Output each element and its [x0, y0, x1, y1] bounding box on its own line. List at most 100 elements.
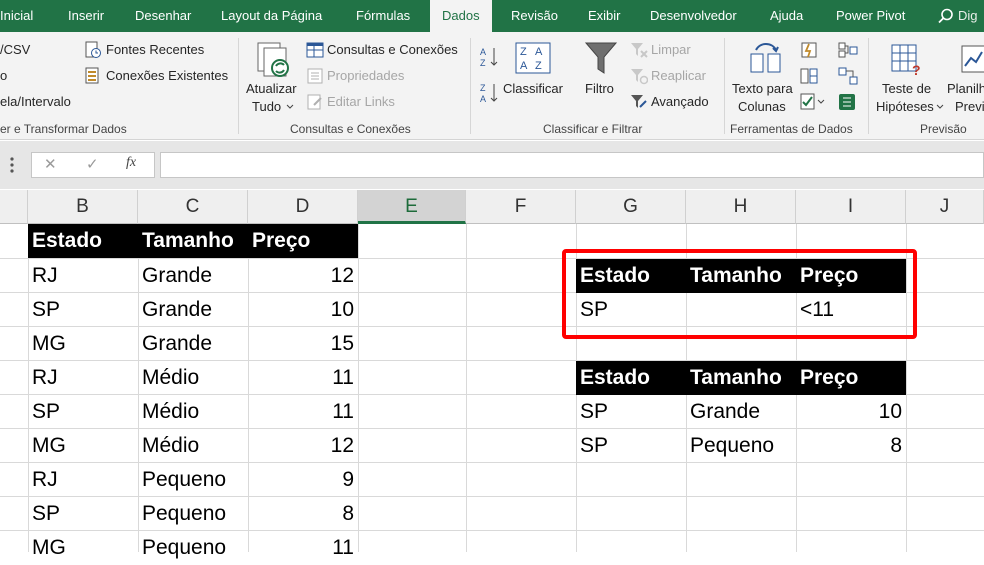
column-header-e[interactable]: E — [358, 190, 466, 224]
from-web-button[interactable]: o — [0, 68, 7, 83]
tab-desenhar[interactable]: Desenhar — [135, 0, 191, 32]
relationships-icon[interactable] — [838, 67, 858, 85]
table-cell[interactable]: 10 — [248, 293, 358, 327]
more-options-icon[interactable] — [0, 150, 20, 180]
cancel-icon[interactable]: ✕ — [44, 155, 57, 173]
sort-a-to-z-icon[interactable]: A Z — [479, 46, 499, 68]
table-cell[interactable]: 15 — [248, 327, 358, 361]
tab-desenvolvedor[interactable]: Desenvolvedor — [650, 0, 737, 32]
table-cell[interactable]: Médio — [138, 429, 248, 463]
table-header-tamanho[interactable]: Tamanho — [138, 224, 248, 258]
table-cell[interactable]: SP — [28, 395, 138, 429]
result-cell[interactable]: 8 — [796, 429, 906, 463]
result-header-tamanho[interactable]: Tamanho — [686, 361, 796, 395]
table-cell[interactable]: SP — [28, 293, 138, 327]
table-cell[interactable]: Grande — [138, 259, 248, 293]
flash-fill-icon[interactable] — [800, 41, 818, 59]
result-header-preco[interactable]: Preço — [796, 361, 906, 395]
table-cell[interactable]: 11 — [248, 395, 358, 429]
table-cell[interactable]: 8 — [248, 497, 358, 531]
column-header-h[interactable]: H — [686, 190, 796, 224]
table-cell[interactable]: Grande — [138, 327, 248, 361]
enter-icon[interactable]: ✓ — [86, 155, 99, 173]
table-cell[interactable]: 9 — [248, 463, 358, 497]
result-cell[interactable]: 10 — [796, 395, 906, 429]
sort-button[interactable]: Classificar — [503, 81, 563, 96]
search-icon[interactable] — [938, 8, 954, 24]
result-cell[interactable]: SP — [576, 429, 686, 463]
forecast-sheet-label-2[interactable]: Previ — [955, 99, 984, 114]
tell-me-search[interactable]: Dig — [958, 0, 978, 32]
consolidate-icon[interactable] — [838, 41, 858, 59]
column-header-f[interactable]: F — [466, 190, 576, 224]
text-to-columns-label-1[interactable]: Texto para — [732, 81, 793, 96]
table-header-preco[interactable]: Preço — [248, 224, 358, 258]
table-cell[interactable]: Pequeno — [138, 531, 248, 565]
table-cell[interactable]: MG — [28, 531, 138, 565]
table-cell[interactable]: Médio — [138, 361, 248, 395]
table-cell[interactable]: 12 — [248, 429, 358, 463]
tab-power-pivot[interactable]: Power Pivot — [836, 0, 905, 32]
table-cell[interactable]: 12 — [248, 259, 358, 293]
column-header-a[interactable] — [0, 190, 28, 224]
table-cell[interactable]: MG — [28, 429, 138, 463]
column-header-c[interactable]: C — [138, 190, 248, 224]
column-header-d[interactable]: D — [248, 190, 358, 224]
sort-z-to-a-icon[interactable]: Z A — [479, 82, 499, 104]
tab-inicial[interactable]: Inicial — [0, 0, 33, 32]
formula-input[interactable] — [160, 152, 984, 178]
properties-button[interactable]: Propriedades — [327, 68, 404, 83]
tab-layout-da-pagina[interactable]: Layout da Página — [221, 0, 322, 32]
advanced-filter-button[interactable]: Avançado — [651, 94, 709, 109]
column-header-g[interactable]: G — [576, 190, 686, 224]
manage-data-model-icon[interactable] — [838, 93, 856, 111]
from-table-range-button[interactable]: ela/Intervalo — [0, 94, 71, 109]
table-header-estado[interactable]: Estado — [28, 224, 138, 258]
tab-dados[interactable]: Dados — [430, 0, 492, 32]
result-cell[interactable]: Grande — [686, 395, 796, 429]
tab-inserir[interactable]: Inserir — [68, 0, 104, 32]
group-separator — [724, 38, 725, 134]
from-text-csv-button[interactable]: /CSV — [0, 42, 30, 57]
result-cell[interactable]: Pequeno — [686, 429, 796, 463]
table-cell[interactable]: MG — [28, 327, 138, 361]
remove-duplicates-icon[interactable] — [800, 67, 818, 85]
filter-button[interactable]: Filtro — [585, 81, 614, 96]
table-cell[interactable]: 11 — [248, 361, 358, 395]
table-cell[interactable]: RJ — [28, 259, 138, 293]
reapply-filter-button[interactable]: Reaplicar — [651, 68, 706, 83]
recent-sources-button[interactable]: Fontes Recentes — [106, 42, 204, 57]
table-cell[interactable]: Grande — [138, 293, 248, 327]
data-validation-icon[interactable] — [800, 93, 826, 111]
svg-text:A: A — [535, 46, 543, 58]
gridline — [466, 224, 467, 552]
forecast-sheet-label-1[interactable]: Planilh — [947, 81, 984, 96]
what-if-label-2[interactable]: Hipóteses — [876, 99, 934, 114]
table-cell[interactable]: RJ — [28, 463, 138, 497]
text-to-columns-label-2[interactable]: Colunas — [738, 99, 786, 114]
table-cell[interactable]: SP — [28, 497, 138, 531]
what-if-label-1[interactable]: Teste de — [882, 81, 931, 96]
result-header-estado[interactable]: Estado — [576, 361, 686, 395]
table-cell[interactable]: Pequeno — [138, 497, 248, 531]
edit-links-button[interactable]: Editar Links — [327, 94, 395, 109]
table-cell[interactable]: Médio — [138, 395, 248, 429]
refresh-all-label-1[interactable]: Atualizar — [246, 81, 297, 96]
queries-connections-button[interactable]: Consultas e Conexões — [327, 42, 458, 57]
existing-connections-button[interactable]: Conexões Existentes — [106, 68, 228, 83]
clear-filter-button[interactable]: Limpar — [651, 42, 691, 57]
tab-ajuda[interactable]: Ajuda — [770, 0, 803, 32]
queries-connections-icon — [306, 42, 324, 58]
refresh-all-label-2[interactable]: Tudo — [252, 99, 281, 114]
insert-function-icon[interactable]: fx — [126, 155, 136, 171]
column-header-b[interactable]: B — [28, 190, 138, 224]
table-cell[interactable]: 11 — [248, 531, 358, 565]
tab-revisao[interactable]: Revisão — [511, 0, 558, 32]
tab-exibir[interactable]: Exibir — [588, 0, 621, 32]
result-cell[interactable]: SP — [576, 395, 686, 429]
column-header-i[interactable]: I — [796, 190, 906, 224]
column-header-j[interactable]: J — [906, 190, 984, 224]
table-cell[interactable]: Pequeno — [138, 463, 248, 497]
tab-formulas[interactable]: Fórmulas — [356, 0, 410, 32]
table-cell[interactable]: RJ — [28, 361, 138, 395]
